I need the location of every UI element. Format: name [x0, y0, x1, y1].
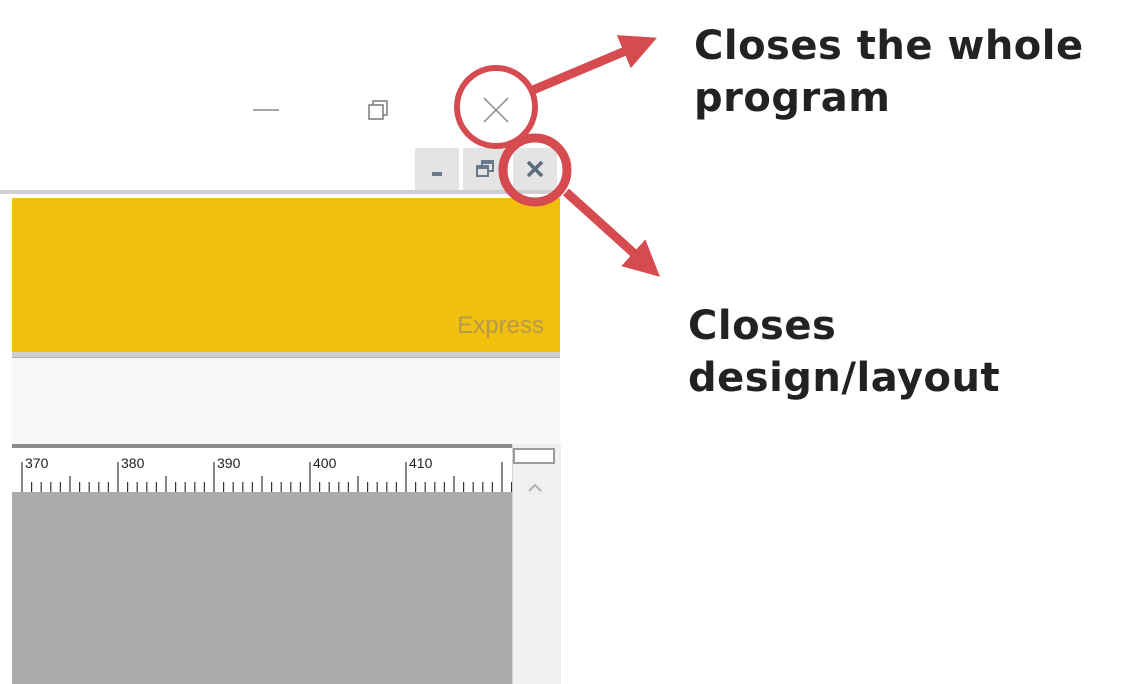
scroll-up-button[interactable] — [523, 478, 547, 498]
toolbar-area — [12, 358, 560, 444]
close-icon — [526, 160, 544, 178]
app-minimize-button[interactable] — [236, 80, 296, 140]
minimize-icon — [432, 172, 442, 176]
mdi-controls — [415, 148, 560, 192]
ruler-label: 410 — [409, 455, 433, 471]
restore-icon — [368, 100, 388, 120]
annotation-close-program-line2: program — [694, 75, 891, 121]
mdi-minimize-button[interactable] — [415, 148, 459, 190]
annotation-close-layout: Closes design/layout — [688, 303, 1001, 401]
window-frame-divider — [0, 190, 560, 195]
ruler-label: 390 — [217, 455, 241, 471]
layout-close-arrow — [562, 188, 661, 277]
annotation-close-program-line1: Closes the whole — [694, 23, 1084, 69]
product-edition-label: Express — [457, 312, 544, 339]
program-close-arrow — [531, 35, 657, 95]
app-restore-button[interactable] — [348, 80, 408, 140]
ruler-label: 400 — [313, 455, 337, 471]
vertical-scrollbar[interactable] — [512, 444, 561, 684]
app-banner: Express — [12, 198, 560, 352]
ruler-label: 380 — [121, 455, 145, 471]
close-icon — [483, 97, 509, 123]
design-canvas[interactable] — [12, 492, 512, 684]
annotation-close-program: Closes the whole program — [694, 20, 1084, 124]
ruler-ticks: 370 380 390 400 410 — [21, 455, 512, 492]
restore-icon — [476, 160, 494, 177]
horizontal-ruler: 370 380 390 400 410 — [12, 444, 512, 492]
mdi-close-button[interactable] — [513, 148, 557, 190]
mdi-restore-button[interactable] — [463, 148, 507, 190]
chevron-up-icon — [528, 483, 542, 492]
app-close-button[interactable] — [466, 80, 526, 140]
minimize-icon — [253, 109, 279, 111]
ruler-corner-box — [513, 448, 555, 464]
ruler-label: 370 — [25, 455, 49, 471]
